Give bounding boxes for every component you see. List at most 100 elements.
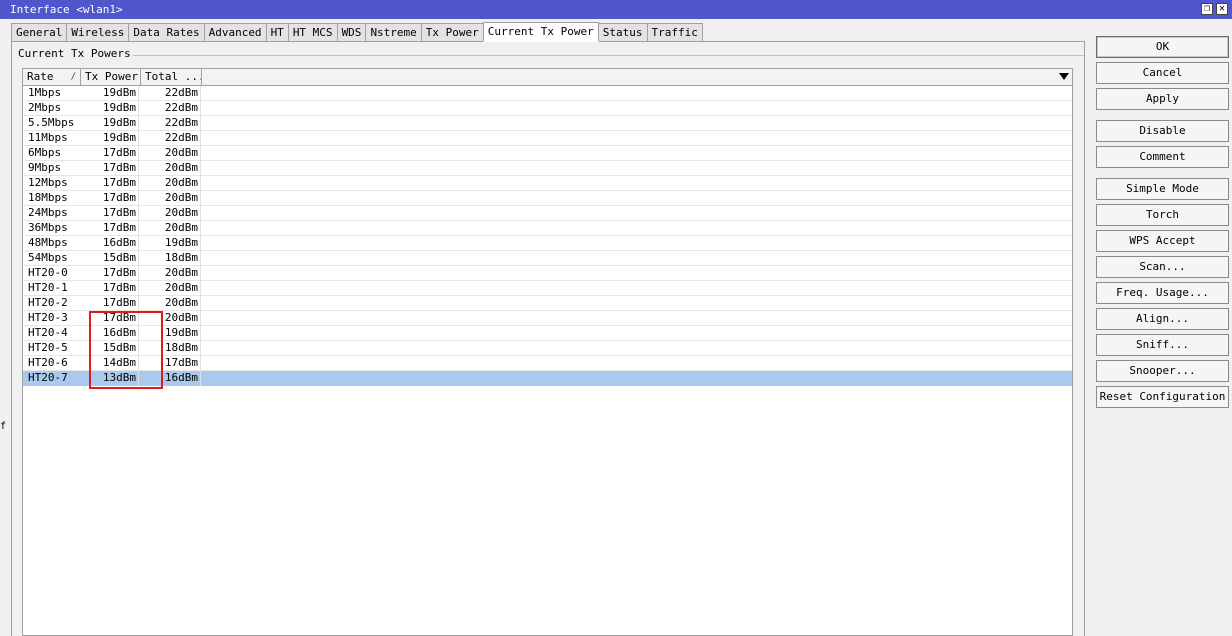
tab-status[interactable]: Status (597, 23, 648, 42)
reset-configuration-button[interactable]: Reset Configuration (1096, 386, 1229, 408)
scan-button[interactable]: Scan... (1096, 256, 1229, 278)
tab-ht[interactable]: HT (265, 23, 289, 42)
restore-icon[interactable]: ❐ (1201, 3, 1213, 15)
disable-button[interactable]: Disable (1096, 120, 1229, 142)
cell-rate: HT20-1 (28, 281, 68, 294)
table-row[interactable]: HT20-1 17dBm 20dBm (23, 281, 1072, 296)
table-header: Rate / Tx Power Total ... (23, 69, 1072, 86)
column-header-rate[interactable]: Rate / (23, 69, 81, 85)
table-row[interactable]: 48Mbps 16dBm 19dBm (23, 236, 1072, 251)
table-row[interactable]: 24Mbps 17dBm 20dBm (23, 206, 1072, 221)
background-window-text: f (0, 421, 7, 432)
cell-total: 22dBm (141, 116, 201, 131)
simple-mode-button[interactable]: Simple Mode (1096, 178, 1229, 200)
table-row[interactable]: 2Mbps 19dBm 22dBm (23, 101, 1072, 116)
tab-traffic[interactable]: Traffic (646, 23, 703, 42)
column-header-label: Rate (27, 70, 54, 83)
apply-button[interactable]: Apply (1096, 88, 1229, 110)
cell-total: 19dBm (141, 236, 201, 251)
tab-ht-mcs[interactable]: HT MCS (287, 23, 338, 42)
cell-rate: 11Mbps (28, 131, 68, 144)
table-row[interactable]: 1Mbps 19dBm 22dBm (23, 86, 1072, 101)
cell-tx-power: 19dBm (81, 101, 139, 116)
tab-current-tx-power[interactable]: Current Tx Power (482, 22, 599, 42)
tab-general[interactable]: General (11, 23, 68, 42)
group-label: Current Tx Powers (16, 47, 133, 60)
cell-rate: 54Mbps (28, 251, 68, 264)
table-row[interactable]: HT20-0 17dBm 20dBm (23, 266, 1072, 281)
cell-total: 22dBm (141, 131, 201, 146)
table-row[interactable]: HT20-3 17dBm 20dBm (23, 311, 1072, 326)
table-row[interactable]: HT20-2 17dBm 20dBm (23, 296, 1072, 311)
cell-total: 20dBm (141, 281, 201, 296)
tx-power-table[interactable]: Rate / Tx Power Total ... 1Mbps 19dBm 22dB… (22, 68, 1073, 636)
close-icon[interactable]: ✕ (1216, 3, 1228, 15)
cell-rate: HT20-7 (28, 371, 68, 384)
tab-tx-power[interactable]: Tx Power (420, 23, 484, 42)
cell-tx-power: 17dBm (81, 206, 139, 221)
table-body: 1Mbps 19dBm 22dBm 2Mbps 19dBm 22dBm 5.5Mbps 19d… (23, 86, 1072, 386)
sniff-button[interactable]: Sniff... (1096, 334, 1229, 356)
table-row[interactable]: 54Mbps 15dBm 18dBm (23, 251, 1072, 266)
cell-rate: HT20-5 (28, 341, 68, 354)
tab-wireless[interactable]: Wireless (66, 23, 130, 42)
column-header-label: Total ... (145, 70, 202, 83)
annotation-highlight-box (89, 311, 163, 389)
cell-rate: 12Mbps (28, 176, 68, 189)
cell-rate: HT20-2 (28, 296, 68, 309)
torch-button[interactable]: Torch (1096, 204, 1229, 226)
ok-button[interactable]: OK (1096, 36, 1229, 58)
table-row[interactable]: HT20-5 15dBm 18dBm (23, 341, 1072, 356)
tab-data-rates[interactable]: Data Rates (128, 23, 205, 42)
cell-tx-power: 17dBm (81, 296, 139, 311)
cell-tx-power: 17dBm (81, 161, 139, 176)
cell-tx-power: 19dBm (81, 86, 139, 101)
cell-rate: 36Mbps (28, 221, 68, 234)
column-header-total[interactable]: Total ... (141, 69, 202, 85)
table-row[interactable]: HT20-7 13dBm 16dBm (23, 371, 1072, 386)
comment-button[interactable]: Comment (1096, 146, 1229, 168)
column-header-tx-power[interactable]: Tx Power (81, 69, 141, 85)
tab-wds[interactable]: WDS (336, 23, 367, 42)
cell-rate: 6Mbps (28, 146, 62, 159)
cell-total: 20dBm (141, 146, 201, 161)
align-button[interactable]: Align... (1096, 308, 1229, 330)
cell-tx-power: 17dBm (81, 191, 139, 206)
cell-total: 20dBm (141, 296, 201, 311)
background-window-edge: f (0, 19, 8, 636)
cell-rate: 1Mbps (28, 86, 62, 99)
table-row[interactable]: 36Mbps 17dBm 20dBm (23, 221, 1072, 236)
cell-rate: 2Mbps (28, 101, 62, 114)
cell-tx-power: 16dBm (81, 236, 139, 251)
cell-tx-power: 15dBm (81, 251, 139, 266)
cell-rate: HT20-4 (28, 326, 68, 339)
cell-rate: HT20-3 (28, 311, 68, 324)
cell-total: 20dBm (141, 266, 201, 281)
wps-accept-button[interactable]: WPS Accept (1096, 230, 1229, 252)
table-row[interactable]: HT20-6 14dBm 17dBm (23, 356, 1072, 371)
group-divider (16, 55, 1084, 56)
table-row[interactable]: HT20-4 16dBm 19dBm (23, 326, 1072, 341)
table-row[interactable]: 6Mbps 17dBm 20dBm (23, 146, 1072, 161)
tab-advanced[interactable]: Advanced (203, 23, 267, 42)
table-row[interactable]: 12Mbps 17dBm 20dBm (23, 176, 1072, 191)
cell-total: 20dBm (141, 206, 201, 221)
cell-total: 22dBm (141, 86, 201, 101)
table-row[interactable]: 18Mbps 17dBm 20dBm (23, 191, 1072, 206)
cell-total: 20dBm (141, 221, 201, 236)
cell-tx-power: 17dBm (81, 176, 139, 191)
table-row[interactable]: 9Mbps 17dBm 20dBm (23, 161, 1072, 176)
cell-tx-power: 19dBm (81, 116, 139, 131)
column-chooser-dropdown-icon[interactable] (1059, 73, 1069, 80)
snooper-button[interactable]: Snooper... (1096, 360, 1229, 382)
cell-rate: 9Mbps (28, 161, 62, 174)
window-titlebar[interactable]: Interface <wlan1> ❐ ✕ (0, 0, 1232, 19)
cell-rate: HT20-0 (28, 266, 68, 279)
cell-total: 18dBm (141, 251, 201, 266)
freq-usage-button[interactable]: Freq. Usage... (1096, 282, 1229, 304)
tab-nstreme[interactable]: Nstreme (365, 23, 422, 42)
cancel-button[interactable]: Cancel (1096, 62, 1229, 84)
cell-rate: 5.5Mbps (28, 116, 75, 129)
table-row[interactable]: 11Mbps 19dBm 22dBm (23, 131, 1072, 146)
table-row[interactable]: 5.5Mbps 19dBm 22dBm (23, 116, 1072, 131)
